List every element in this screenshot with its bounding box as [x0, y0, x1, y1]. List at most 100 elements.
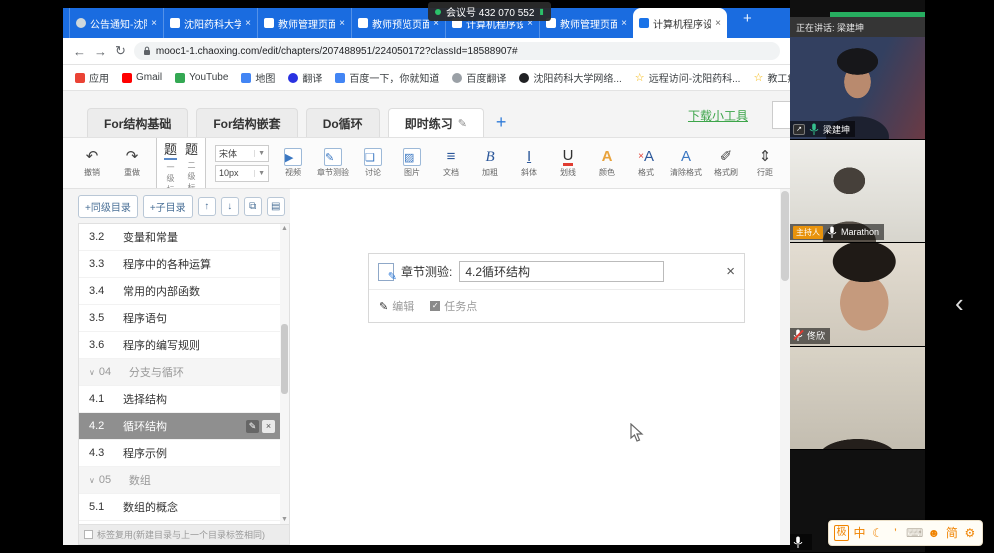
editor-canvas[interactable]: 章节测验: × ✎ 编辑 ✓ 任务点 [290, 189, 790, 545]
task-point-toggle[interactable]: ✓ 任务点 [430, 298, 477, 314]
ime-toolbar-icon[interactable]: ⌨ [906, 525, 923, 541]
address-bar[interactable]: mooc1-1.chaoxing.com/edit/chapters/20748… [134, 42, 780, 60]
edit-chapter-icon[interactable]: ✎ [246, 420, 259, 433]
editor-scrollbar[interactable] [780, 189, 790, 545]
add-sibling-button[interactable]: +同级目录 [78, 195, 138, 218]
browser-tab[interactable]: 计算机程序设计 × [633, 8, 727, 38]
move-up-button[interactable]: ↑ [198, 197, 216, 216]
add-chapter-tab-button[interactable]: + [492, 112, 517, 137]
browser-tab[interactable]: 教师管理页面 × [539, 8, 633, 38]
bookmark-item[interactable]: YouTube [175, 72, 228, 83]
tab-close-icon[interactable]: × [621, 18, 627, 29]
bookmark-item[interactable]: 翻译 [288, 70, 322, 85]
toolbar-button[interactable]: A 清除格式 [670, 148, 702, 178]
chapter-tab[interactable]: 即时练习 ✎ [388, 108, 484, 137]
new-tab-button[interactable]: + [735, 10, 760, 33]
chapter-row[interactable]: ∨ 4.1 选择结构 ✎ × [79, 386, 289, 413]
label-reuse-checkbox[interactable] [84, 530, 93, 539]
bookmark-item[interactable]: 百度翻译 [452, 70, 506, 85]
chapter-row[interactable]: ∨ 3.3 程序中的各种运算 ✎ × [79, 251, 289, 278]
edit-pencil-icon[interactable]: ✎ [458, 117, 467, 130]
participant-video-tile[interactable]: 主持人 ↗ Marathon [790, 140, 925, 243]
import-chapter-button[interactable]: ▤ [267, 197, 285, 216]
toolbar-button[interactable]: B 加粗 [475, 148, 505, 178]
ime-toolbar-icon[interactable]: ☻ [926, 525, 941, 541]
add-child-button[interactable]: +子目录 [143, 195, 193, 218]
sidebar-scrollbar[interactable]: ▲ ▼ [280, 224, 289, 524]
toolbar-button[interactable]: A 格式 [631, 148, 661, 178]
download-tool-link[interactable]: 下载小工具 [688, 107, 748, 124]
toolbar-button[interactable]: ✐ 格式刷 [711, 148, 741, 178]
chapter-row[interactable]: ∨ 4.3 程序示例 ✎ × [79, 440, 289, 467]
collapse-caret-icon[interactable]: ∨ [89, 476, 95, 485]
toolbar-button[interactable]: ❏ 讨论 [358, 148, 388, 178]
toolbar-button[interactable]: ✎ 章节测验 [317, 148, 349, 178]
font-family-select[interactable]: 宋体 ▼ [215, 145, 269, 162]
chapter-row[interactable]: ∨ 4.2 循环结构 ✎ × [79, 413, 289, 440]
heading-style-picker[interactable]: 标题 一级标题 标题 二级标题 [156, 137, 206, 189]
scroll-up-icon[interactable]: ▲ [280, 225, 289, 232]
toolbar-button[interactable]: I 斜体 [514, 148, 544, 178]
close-icon[interactable]: × [726, 263, 735, 280]
scrollbar-thumb[interactable] [281, 324, 288, 394]
bookmark-item[interactable]: 远程访问-沈阳药科... [635, 70, 741, 85]
chapter-row[interactable]: ∨ 3.5 程序语句 ✎ × [79, 305, 289, 332]
tab-close-icon[interactable]: × [245, 18, 251, 29]
bookmark-item[interactable]: 地图 [241, 70, 275, 85]
chapter-tab[interactable]: For结构基础 ✎ [87, 108, 188, 137]
toolbar-button[interactable]: U 划线 [553, 149, 583, 178]
move-down-button[interactable]: ↓ [221, 197, 239, 216]
redo-button[interactable]: ↷ 重做 [117, 148, 147, 178]
task-point-checkbox[interactable]: ✓ [430, 301, 440, 311]
toolbar-button[interactable]: ≡ 文档 [436, 148, 466, 178]
quiz-edit-button[interactable]: ✎ 编辑 [379, 298, 414, 314]
tab-close-icon[interactable]: × [339, 18, 345, 29]
bookmark-item[interactable]: Gmail [122, 72, 162, 83]
ime-toolbar-icon[interactable]: 中 [852, 525, 867, 541]
heading2-option[interactable]: 标题 二级标题 [185, 137, 198, 189]
tab-close-icon[interactable]: × [151, 18, 157, 29]
browser-tab[interactable]: 教师管理页面 × [257, 8, 351, 38]
chapter-row[interactable]: ∨ 04 分支与循环 ✎ × [79, 359, 289, 386]
chapter-row[interactable]: ∨ 5.1 数组的概念 ✎ × [79, 494, 289, 521]
chapter-tab[interactable]: For结构嵌套 ✎ [196, 108, 297, 137]
back-icon[interactable]: ← [73, 44, 86, 59]
bookmark-item[interactable]: 沈阳药科大学网络... [519, 70, 621, 85]
scroll-down-icon[interactable]: ▼ [280, 516, 289, 523]
bookmark-item[interactable]: 应用 [75, 70, 109, 85]
heading1-option[interactable]: 标题 一级标题 [164, 137, 177, 189]
ime-toolbar-icon[interactable]: ⚙ [962, 525, 977, 541]
toolbar-button[interactable]: ▶ 视频 [278, 148, 308, 178]
toolbar-button[interactable]: ▨ 图片 [397, 148, 427, 178]
chapter-row[interactable]: ∨ 3.6 程序的编写规则 ✎ × [79, 332, 289, 359]
bookmark-item[interactable]: 教工疫情填报 [753, 70, 790, 85]
browser-tab[interactable]: 公告通知-沈阳 × [69, 8, 163, 38]
participant-video-tile[interactable]: ↗ 梁建坤 [790, 37, 925, 140]
delete-chapter-icon[interactable]: × [262, 420, 275, 433]
font-size-select[interactable]: 10px ▼ [215, 165, 269, 182]
browser-tab[interactable]: 沈阳药科大学 × [163, 8, 257, 38]
participant-video-tile[interactable]: ↗ 史智慧 [790, 347, 925, 450]
editor-scrollbar-thumb[interactable] [781, 191, 789, 281]
chapter-row[interactable]: ∨ 3.2 变量和常量 ✎ × [79, 224, 289, 251]
ime-toolbar-icon[interactable]: 简 [944, 525, 959, 541]
collapse-panel-chevron-icon[interactable]: ‹ [955, 288, 964, 319]
forward-icon[interactable]: → [94, 44, 107, 59]
toolbar-button[interactable]: A 颜色 [592, 148, 622, 178]
collapse-caret-icon[interactable]: ∨ [89, 368, 95, 377]
undo-button[interactable]: ↶ 撤销 [77, 148, 107, 178]
quiz-title-input[interactable] [459, 261, 664, 282]
chapter-tab[interactable]: Do循环 ✎ [306, 108, 380, 137]
ime-toolbar-icon[interactable]: ’ [888, 525, 903, 541]
ime-toolbar-icon[interactable]: 极 [834, 525, 849, 541]
bookmark-item[interactable]: 百度一下，你就知道 [335, 70, 439, 85]
toolbar-button[interactable]: ⇕ 行距 [750, 148, 780, 178]
copy-chapter-button[interactable]: ⧉ [244, 197, 262, 216]
ime-toolbar-icon[interactable]: ☾ [870, 525, 885, 541]
tab-close-icon[interactable]: × [715, 18, 721, 29]
side-panel-flap[interactable] [772, 101, 790, 129]
reload-icon[interactable]: ↻ [115, 43, 126, 59]
chapter-row[interactable]: ∨ 05 数组 ✎ × [79, 467, 289, 494]
chapter-row[interactable]: ∨ 3.4 常用的内部函数 ✎ × [79, 278, 289, 305]
participant-video-tile[interactable]: ↗ 佟欣 [790, 243, 925, 346]
